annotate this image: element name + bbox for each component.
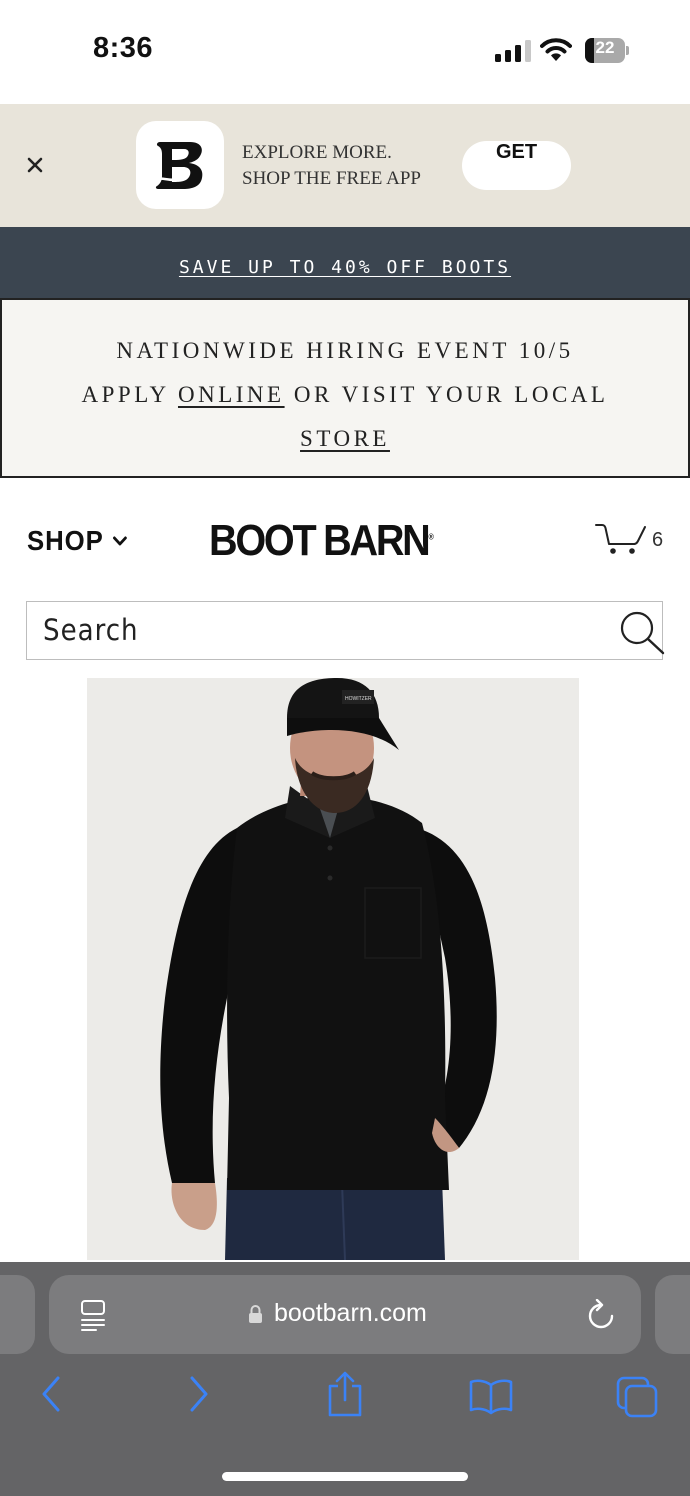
hiring-notice: NATIONWIDE HIRING EVENT 10/5 APPLY ONLIN… bbox=[0, 298, 690, 478]
search-icon[interactable] bbox=[618, 609, 666, 655]
battery-icon: 22 bbox=[585, 38, 629, 63]
shop-label: SHOP bbox=[27, 525, 104, 556]
online-link[interactable]: ONLINE bbox=[178, 382, 285, 407]
promo-bar: SAVE UP TO 40% OFF BOOTS bbox=[0, 227, 690, 298]
man-in-black-pullover-illustration: HOWITZER bbox=[87, 678, 579, 1260]
boot-barn-logo[interactable]: BOOT BARN® bbox=[209, 516, 434, 566]
back-icon[interactable] bbox=[38, 1374, 64, 1414]
hiring-line2: APPLY ONLINE OR VISIT YOUR LOCAL bbox=[2, 382, 688, 408]
cart-count: 6 bbox=[652, 529, 664, 551]
app-banner-text: EXPLORE MORE. SHOP THE FREE APP bbox=[242, 140, 421, 192]
reader-icon[interactable] bbox=[80, 1299, 106, 1331]
product-image[interactable]: HOWITZER bbox=[87, 678, 579, 1260]
reload-icon[interactable] bbox=[586, 1299, 616, 1331]
wifi-icon bbox=[540, 38, 572, 61]
promo-link[interactable]: SAVE UP TO 40% OFF BOOTS bbox=[179, 257, 511, 278]
logo-text: BOOT BARN bbox=[209, 516, 431, 565]
close-icon[interactable] bbox=[24, 154, 46, 176]
previous-tab-peek[interactable] bbox=[0, 1275, 35, 1354]
app-icon[interactable] bbox=[136, 121, 224, 209]
shop-menu-button[interactable]: SHOP bbox=[27, 525, 128, 557]
lock-icon bbox=[249, 1305, 262, 1323]
get-app-button[interactable]: GET bbox=[462, 141, 571, 190]
cart-icon[interactable] bbox=[594, 522, 646, 556]
search-input[interactable] bbox=[43, 610, 563, 650]
search-box[interactable] bbox=[26, 601, 666, 660]
app-banner: EXPLORE MORE. SHOP THE FREE APP GET bbox=[0, 104, 690, 227]
hiring-line1: NATIONWIDE HIRING EVENT 10/5 bbox=[116, 338, 574, 363]
hiring-line3: STORE bbox=[2, 426, 688, 452]
hiring-visit-text: OR VISIT YOUR LOCAL bbox=[293, 382, 609, 407]
next-tab-peek[interactable] bbox=[655, 1275, 690, 1354]
url-text: bootbarn.com bbox=[274, 1299, 427, 1327]
cellular-signal-icon bbox=[495, 40, 531, 62]
store-link[interactable]: STORE bbox=[300, 426, 390, 451]
app-banner-line1: EXPLORE MORE. bbox=[242, 142, 392, 163]
status-bar: 8:36 22 bbox=[0, 0, 690, 104]
bookmarks-icon[interactable] bbox=[468, 1377, 514, 1415]
status-time: 8:36 bbox=[93, 32, 154, 64]
share-icon[interactable] bbox=[326, 1370, 364, 1418]
battery-level: 22 bbox=[595, 38, 615, 57]
app-banner-line2: SHOP THE FREE APP bbox=[242, 168, 421, 189]
address-bar[interactable]: bootbarn.com bbox=[49, 1275, 641, 1354]
home-indicator[interactable] bbox=[222, 1472, 468, 1481]
svg-text:HOWITZER: HOWITZER bbox=[345, 696, 372, 702]
tabs-icon[interactable] bbox=[615, 1375, 659, 1419]
hiring-apply-text: APPLY bbox=[81, 382, 169, 407]
chevron-down-icon bbox=[113, 536, 128, 546]
logo-registered-mark: ® bbox=[428, 532, 434, 542]
forward-icon[interactable] bbox=[186, 1374, 212, 1414]
browser-toolbar: bootbarn.com bbox=[0, 1262, 690, 1496]
boot-barn-b-logo-icon bbox=[153, 142, 203, 189]
